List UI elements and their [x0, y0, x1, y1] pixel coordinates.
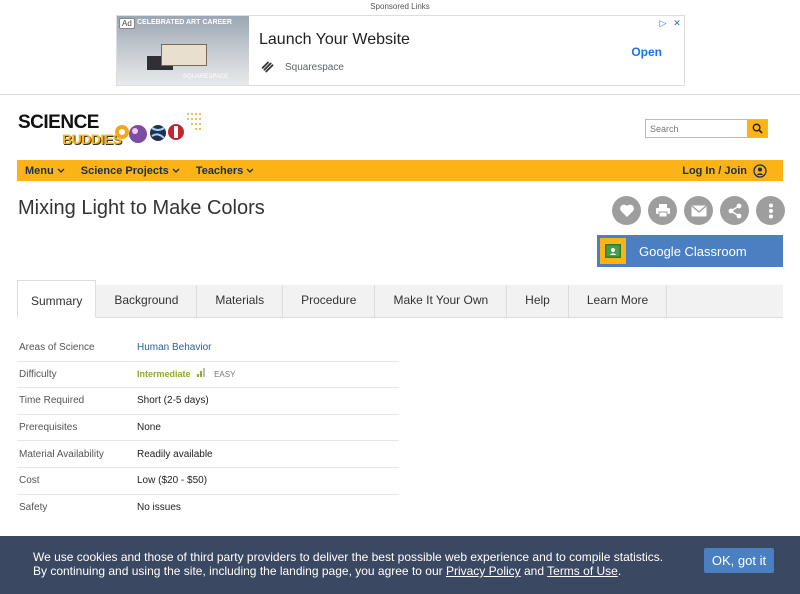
logo-line-1: SCIENCE — [18, 112, 99, 133]
google-classroom-button[interactable]: Google Classroom — [597, 235, 783, 267]
row-label: Prerequisites — [19, 422, 78, 434]
main-nav: Menu Science Projects Teachers Log In / … — [17, 160, 783, 181]
search-button[interactable] — [747, 120, 767, 137]
cookie-line-2: By continuing and using the site, includ… — [33, 564, 446, 578]
ad-advertiser-name: Squarespace — [285, 61, 344, 73]
tab-procedure[interactable]: Procedure — [283, 285, 376, 318]
tab-summary[interactable]: Summary — [17, 280, 97, 318]
row-label: Areas of Science — [19, 342, 95, 354]
google-classroom-icon — [600, 238, 626, 264]
science-buddies-logo[interactable]: SCIENCE BUDDIES — [18, 110, 208, 152]
header-divider — [0, 94, 800, 95]
nav-teachers[interactable]: Teachers — [188, 165, 263, 177]
table-row: Time Required Short (2-5 days) — [17, 388, 399, 415]
share-icon — [728, 203, 741, 218]
table-row: Difficulty Intermediate EASY — [17, 362, 399, 389]
privacy-policy-link[interactable]: Privacy Policy — [446, 564, 521, 578]
ad-image-brand: SQUARESPACE — [183, 74, 229, 80]
more-button[interactable] — [756, 196, 785, 225]
table-row: Safety No issues — [17, 495, 399, 522]
row-value: Readily available — [137, 448, 213, 460]
nav-teachers-label: Teachers — [195, 164, 244, 177]
table-row: Cost Low ($20 - $50) — [17, 468, 399, 495]
difficulty-scale: EASY — [214, 370, 236, 380]
cookie-period: . — [617, 564, 622, 578]
page-actions — [612, 196, 785, 225]
cookie-and: and — [520, 564, 548, 578]
table-row: Prerequisites None — [17, 415, 399, 442]
logo-science-icons — [115, 113, 201, 143]
cookie-message: We use cookies and those of third party … — [33, 550, 673, 578]
table-row: Areas of Science Human Behavior — [17, 335, 399, 362]
row-label: Material Availability — [19, 448, 104, 460]
row-value: None — [137, 422, 161, 434]
search-input[interactable] — [646, 120, 747, 137]
print-button[interactable] — [648, 196, 677, 225]
difficulty-level: Intermediate — [137, 369, 191, 380]
cookie-accept-button[interactable]: OK, got it — [704, 548, 774, 573]
row-value: Short (2-5 days) — [137, 395, 209, 407]
login-join-label: Log In / Join — [682, 164, 747, 177]
favorite-button[interactable] — [612, 196, 641, 225]
nav-menu-label: Menu — [25, 164, 54, 177]
project-tabs: Summary Background Materials Procedure M… — [17, 280, 783, 318]
row-label: Time Required — [19, 395, 85, 407]
ad-close-icon[interactable]: ✕ — [672, 18, 682, 28]
logo-wordmark: SCIENCE BUDDIES — [18, 112, 122, 148]
print-icon — [655, 204, 670, 218]
tab-make-it-your-own[interactable]: Make It Your Own — [375, 285, 508, 318]
cookie-banner: We use cookies and those of third party … — [0, 536, 800, 594]
nav-menu[interactable]: Menu — [17, 165, 73, 177]
tab-materials[interactable]: Materials — [197, 285, 284, 318]
ad-advertiser[interactable]: Squarespace — [259, 58, 344, 76]
search-box[interactable] — [645, 119, 768, 138]
page-title: Mixing Light to Make Colors — [18, 197, 265, 219]
user-icon — [753, 163, 767, 178]
areas-of-science-link[interactable]: Human Behavior — [137, 342, 211, 353]
google-classroom-label: Google Classroom — [639, 243, 747, 259]
page: Sponsored Links Ad CELEBRATED ART CAREER… — [0, 0, 800, 594]
difficulty-bars-icon — [197, 368, 206, 378]
row-value: No issues — [137, 502, 181, 514]
adchoices-icon[interactable]: ▷ — [658, 18, 668, 28]
ad-open-button[interactable]: Open — [631, 45, 662, 59]
terms-of-use-link[interactable]: Terms of Use — [547, 564, 618, 578]
ad-image-caption: CELEBRATED ART CAREER — [137, 19, 232, 26]
summary-table: Areas of Science Human Behavior Difficul… — [17, 335, 399, 521]
row-label: Cost — [19, 475, 40, 487]
table-row: Material Availability Readily available — [17, 441, 399, 468]
row-label: Difficulty — [19, 368, 57, 380]
ad-image-desk — [161, 44, 207, 66]
mail-icon — [691, 204, 706, 216]
search-icon — [752, 123, 763, 134]
chevron-down-icon — [57, 168, 65, 173]
squarespace-logo-icon — [261, 61, 274, 73]
nav-science-projects[interactable]: Science Projects — [73, 165, 188, 177]
ad-controls: ▷ ✕ — [658, 18, 682, 28]
ad-badge: Ad — [119, 18, 135, 29]
chevron-down-icon — [172, 168, 180, 173]
tab-background[interactable]: Background — [96, 285, 198, 318]
nav-science-projects-label: Science Projects — [80, 164, 169, 177]
share-button[interactable] — [720, 196, 749, 225]
ad-headline[interactable]: Launch Your Website — [259, 31, 410, 49]
tab-help[interactable]: Help — [507, 285, 569, 318]
row-label: Safety — [19, 502, 48, 514]
ad-image[interactable]: Ad CELEBRATED ART CAREER SQUARESPACE — [117, 16, 249, 85]
difficulty-value: Intermediate EASY — [137, 368, 235, 380]
tab-learn-more[interactable]: Learn More — [569, 285, 668, 318]
ad-banner[interactable]: Ad CELEBRATED ART CAREER SQUARESPACE Lau… — [116, 15, 685, 86]
row-value: Low ($20 - $50) — [137, 475, 208, 487]
email-button[interactable] — [684, 196, 713, 225]
heart-icon — [619, 204, 634, 217]
cookie-line-1: We use cookies and those of third party … — [33, 550, 664, 564]
chevron-down-icon — [246, 168, 254, 173]
sponsored-label: Sponsored Links — [370, 2, 430, 11]
more-icon — [768, 203, 773, 218]
login-join-link[interactable]: Log In / Join — [682, 163, 783, 178]
